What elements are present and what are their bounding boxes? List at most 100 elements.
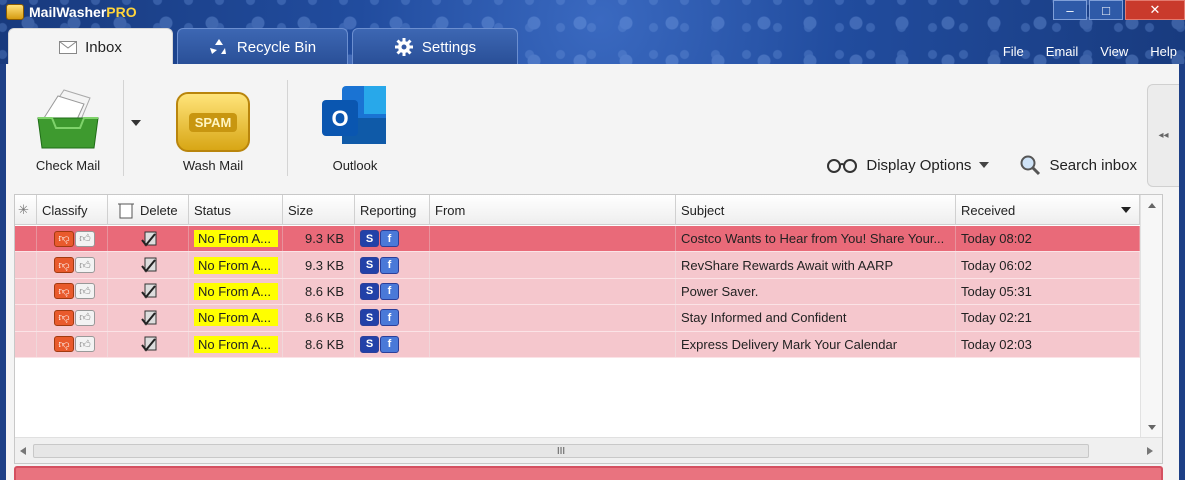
- scroll-up-icon[interactable]: [1148, 203, 1156, 208]
- email-row[interactable]: 👎︎ 👍︎ No From A... 9.3 KB S f Costco Wan…: [15, 226, 1140, 253]
- spamcop-report-icon[interactable]: S: [360, 230, 379, 248]
- spamcop-report-icon[interactable]: S: [360, 282, 379, 300]
- column-header-classify[interactable]: Classify: [37, 195, 108, 225]
- reporting-cell: S f: [355, 331, 430, 357]
- outlook-label: Outlook: [332, 158, 378, 173]
- status-badge: No From A...: [194, 282, 278, 300]
- subject-cell: Power Saver.: [676, 278, 956, 305]
- main-panel: Check Mail SPAM Wash Mail O Outlook Disp…: [6, 64, 1179, 480]
- delete-cell: [108, 278, 189, 305]
- row-spacer: [15, 331, 37, 357]
- minimize-button[interactable]: –: [1053, 0, 1087, 20]
- recycle-icon: [209, 39, 226, 54]
- column-header-received[interactable]: Received: [956, 195, 1140, 225]
- email-row[interactable]: 👎︎ 👍︎ No From A... 8.6 KB S f Stay Infor…: [15, 305, 1140, 332]
- svg-text:O: O: [331, 106, 348, 131]
- delete-check-icon[interactable]: [141, 335, 159, 353]
- facebook-report-icon[interactable]: f: [380, 282, 399, 300]
- window-controls: – □ ✕: [1053, 0, 1185, 20]
- scroll-left-icon[interactable]: [20, 447, 26, 455]
- menu-email[interactable]: Email: [1046, 44, 1079, 59]
- vertical-scrollbar[interactable]: [1140, 195, 1162, 438]
- thumbs-down-icon[interactable]: 👎︎: [54, 230, 74, 247]
- spamcop-report-icon[interactable]: S: [360, 309, 379, 327]
- from-cell: [430, 331, 676, 357]
- ribbon: Check Mail SPAM Wash Mail O Outlook Disp…: [6, 64, 1179, 192]
- facebook-report-icon[interactable]: f: [380, 256, 399, 274]
- facebook-report-icon[interactable]: f: [380, 309, 399, 327]
- column-header-delete[interactable]: Delete: [108, 195, 189, 225]
- status-badge: No From A...: [194, 309, 278, 327]
- email-row[interactable]: 👎︎ 👍︎ No From A... 9.3 KB S f RevShare R…: [15, 252, 1140, 279]
- reporting-cell: S f: [355, 278, 430, 305]
- check-mail-button[interactable]: Check Mail: [34, 84, 102, 173]
- spamcop-report-icon[interactable]: S: [360, 256, 379, 274]
- tab-inbox[interactable]: Inbox: [8, 28, 173, 65]
- thumbs-up-icon[interactable]: 👍︎: [75, 283, 95, 300]
- status-badge: No From A...: [194, 230, 278, 248]
- horizontal-scroll-thumb[interactable]: III: [33, 444, 1089, 458]
- maximize-button[interactable]: □: [1089, 0, 1123, 20]
- column-header-subject[interactable]: Subject: [676, 195, 956, 225]
- app-title: MailWasherPRO: [6, 4, 137, 20]
- thumbs-up-icon[interactable]: 👍︎: [75, 230, 95, 247]
- status-cell: No From A...: [189, 278, 283, 305]
- thumbs-down-icon[interactable]: 👎︎: [54, 309, 74, 326]
- menu-help[interactable]: Help: [1150, 44, 1177, 59]
- menu-file[interactable]: File: [1003, 44, 1024, 59]
- thumbs-down-icon[interactable]: 👎︎: [54, 336, 74, 353]
- ribbon-divider: [287, 80, 288, 176]
- thumbs-up-icon[interactable]: 👍︎: [75, 309, 95, 326]
- subject-cell: Stay Informed and Confident: [676, 305, 956, 331]
- tab-settings[interactable]: Settings: [352, 28, 518, 65]
- row-spacer: [15, 252, 37, 278]
- column-header-size[interactable]: Size: [283, 195, 355, 225]
- subject-cell: Costco Wants to Hear from You! Share You…: [676, 226, 956, 252]
- title-bar: MailWasherPRO – □ ✕ Inbox Recycle Bin Se…: [0, 0, 1185, 65]
- menu-view[interactable]: View: [1100, 44, 1128, 59]
- column-header-delete-label: Delete: [140, 202, 178, 218]
- app-title-accent: PRO: [106, 4, 137, 20]
- delete-check-icon[interactable]: [141, 309, 159, 327]
- column-settings-header[interactable]: ✳: [15, 195, 37, 225]
- check-mail-dropdown-icon[interactable]: [131, 120, 141, 126]
- row-spacer: [15, 305, 37, 331]
- thumbs-up-icon[interactable]: 👍︎: [75, 257, 95, 274]
- thumbs-down-icon[interactable]: 👎︎: [54, 283, 74, 300]
- reporting-cell: S f: [355, 226, 430, 252]
- thumbs-down-icon[interactable]: 👎︎: [54, 257, 74, 274]
- email-row[interactable]: 👎︎ 👍︎ No From A... 8.6 KB S f Express De…: [15, 331, 1140, 358]
- wash-mail-button[interactable]: SPAM Wash Mail: [176, 84, 250, 173]
- search-inbox-button[interactable]: Search inbox: [1019, 154, 1137, 176]
- spamcop-report-icon[interactable]: S: [360, 335, 379, 353]
- sort-descending-icon: [1121, 207, 1131, 213]
- delete-check-icon[interactable]: [141, 230, 159, 248]
- email-rows: 👎︎ 👍︎ No From A... 9.3 KB S f Costco Wan…: [15, 226, 1140, 358]
- thumbs-up-icon[interactable]: 👍︎: [75, 336, 95, 353]
- outlook-button[interactable]: O Outlook: [320, 84, 390, 173]
- facebook-report-icon[interactable]: f: [380, 335, 399, 353]
- collapse-panel-handle[interactable]: ◂◂: [1147, 84, 1179, 187]
- delete-cell: [108, 331, 189, 357]
- horizontal-scrollbar[interactable]: III: [15, 437, 1162, 463]
- received-cell: Today 02:03: [956, 331, 1140, 357]
- classify-cell: 👎︎ 👍︎: [37, 252, 108, 278]
- column-header-status[interactable]: Status: [189, 195, 283, 225]
- column-header-reporting[interactable]: Reporting: [355, 195, 430, 225]
- from-cell: [430, 226, 676, 252]
- display-options-button[interactable]: Display Options: [826, 157, 990, 174]
- facebook-report-icon[interactable]: f: [380, 230, 399, 248]
- size-cell: 8.6 KB: [283, 278, 355, 305]
- email-row[interactable]: 👎︎ 👍︎ No From A... 8.6 KB S f Power Save…: [15, 278, 1140, 306]
- tab-settings-label: Settings: [421, 38, 477, 56]
- scroll-right-icon[interactable]: [1147, 447, 1153, 455]
- column-header-from[interactable]: From: [430, 195, 676, 225]
- scroll-down-icon[interactable]: [1148, 425, 1156, 430]
- received-cell: Today 08:02: [956, 226, 1140, 252]
- classify-cell: 👎︎ 👍︎: [37, 305, 108, 331]
- delete-check-icon[interactable]: [141, 256, 159, 274]
- delete-check-icon[interactable]: [141, 282, 159, 300]
- close-button[interactable]: ✕: [1125, 0, 1185, 20]
- tab-recycle-bin[interactable]: Recycle Bin: [177, 28, 348, 65]
- from-cell: [430, 305, 676, 331]
